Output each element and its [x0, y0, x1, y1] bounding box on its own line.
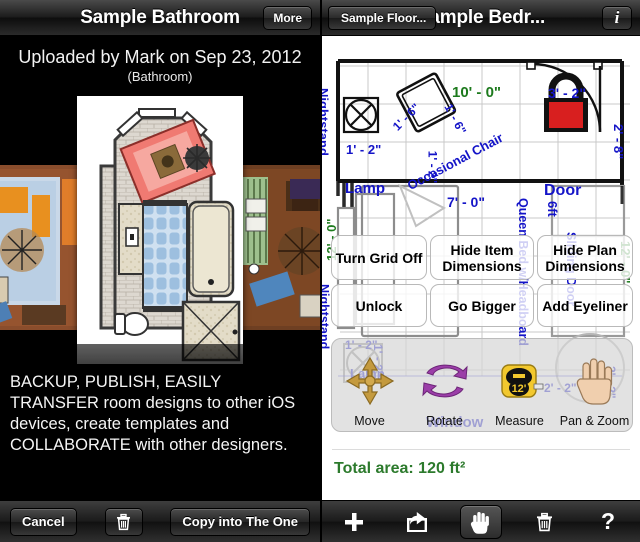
floorplan-thumb-bedroom	[230, 165, 320, 330]
label-door: Door	[544, 182, 582, 199]
left-toolbar: Cancel Copy into The One	[0, 500, 320, 542]
plus-icon	[344, 512, 363, 531]
right-navbar: Sample Floor... Sample Bedr... i	[322, 0, 640, 36]
info-button[interactable]: i	[602, 6, 632, 30]
upload-info: Uploaded by Mark on Sep 23, 2012 (Bathro…	[0, 36, 320, 90]
svg-text:?: ?	[601, 510, 615, 534]
total-area-text: Total area: 120 ft²	[334, 460, 466, 477]
mode-move[interactable]: Move	[332, 339, 407, 431]
hide-plan-dimensions-button[interactable]: Hide Plan Dimensions	[537, 235, 633, 280]
trash-icon	[537, 512, 553, 531]
carousel-thumbnail-right[interactable]	[230, 165, 320, 330]
plan-mode-bar: Move Rotate 12' Measure Pan & Zoom	[331, 338, 633, 432]
page-title: Sample Bedr...	[416, 6, 546, 28]
promo-blurb: BACKUP, PUBLISH, EASILY TRANSFER room de…	[10, 373, 296, 454]
rotate-arrows-icon	[417, 348, 473, 414]
tape-measure-icon: 12'	[496, 348, 544, 414]
hand-icon	[470, 511, 489, 534]
upload-author-date: Uploaded by Mark on Sep 23, 2012	[18, 47, 302, 67]
divider	[332, 449, 630, 450]
floor-plan-area[interactable]: 10' - 0" 3' - 2" 1' - 6" 1' - 6" 1' - 2"…	[322, 36, 640, 500]
delete-button[interactable]	[104, 507, 143, 536]
cancel-button[interactable]: Cancel	[10, 507, 77, 536]
page-title: Sample Bathroom	[80, 6, 240, 28]
dim-sliding-door: 6ft	[545, 201, 560, 217]
carousel-thumbnail-center[interactable]	[77, 96, 243, 364]
go-bigger-button[interactable]: Go Bigger	[430, 284, 534, 327]
mode-pan-zoom-label: Pan & Zoom	[559, 414, 630, 428]
turn-grid-off-button[interactable]: Turn Grid Off	[331, 235, 427, 280]
plan-action-buttons: Turn Grid Off Hide Item Dimensions Hide …	[331, 235, 633, 327]
add-button[interactable]	[333, 505, 375, 539]
mode-rotate-label: Rotate	[426, 414, 463, 428]
back-button[interactable]: Sample Floor...	[328, 6, 437, 30]
dim-bed-width: 7' - 0"	[447, 194, 485, 210]
help-question-icon: ?	[601, 510, 615, 534]
more-button[interactable]: More	[263, 6, 312, 30]
copy-into-the-one-button[interactable]: Copy into The One	[170, 507, 310, 536]
dim-nightstand-top: 1' - 2"	[346, 142, 382, 157]
svg-text:12': 12'	[511, 383, 526, 395]
left-navbar: Sample Bathroom More	[0, 0, 320, 36]
delete-button[interactable]	[524, 505, 566, 539]
label-nightstand-top: Nightstand	[322, 88, 331, 156]
pan-tool-button[interactable]	[459, 504, 502, 539]
unlock-button[interactable]: Unlock	[331, 284, 427, 327]
add-eyeliner-button[interactable]: Add Eyeliner	[537, 284, 633, 327]
mode-pan-zoom[interactable]: Pan & Zoom	[557, 339, 632, 431]
mode-move-label: Move	[354, 414, 385, 428]
label-lamp-top: Lamp	[345, 180, 386, 197]
share-button[interactable]	[396, 505, 438, 539]
mode-measure[interactable]: 12' Measure	[482, 339, 557, 431]
floorplan-bathroom	[77, 96, 243, 364]
dual-screenshot-container: Sample Bathroom More Uploaded by Mark on…	[0, 0, 640, 542]
left-phone-screen: Sample Bathroom More Uploaded by Mark on…	[0, 0, 320, 542]
label-nightstand-bottom: Nightstand	[322, 284, 331, 350]
hand-icon	[572, 348, 618, 414]
right-phone-screen: Sample Floor... Sample Bedr... i 10' - 0…	[320, 0, 640, 542]
mode-measure-label: Measure	[495, 414, 544, 428]
mode-rotate[interactable]: Rotate	[407, 339, 482, 431]
hide-item-dimensions-button[interactable]: Hide Item Dimensions	[430, 235, 534, 280]
move-arrows-icon	[343, 348, 397, 414]
dim-door-width: 3' - 2"	[548, 85, 586, 101]
dim-door-depth: 2' - 8"	[611, 124, 626, 160]
dim-plan-width: 10' - 0"	[452, 84, 502, 101]
share-icon	[407, 511, 428, 532]
upload-category: (Bathroom)	[127, 69, 193, 84]
plan-carousel[interactable]	[0, 92, 320, 364]
right-toolbar: ?	[322, 500, 640, 542]
help-button[interactable]: ?	[587, 505, 629, 539]
trash-icon	[117, 513, 131, 530]
